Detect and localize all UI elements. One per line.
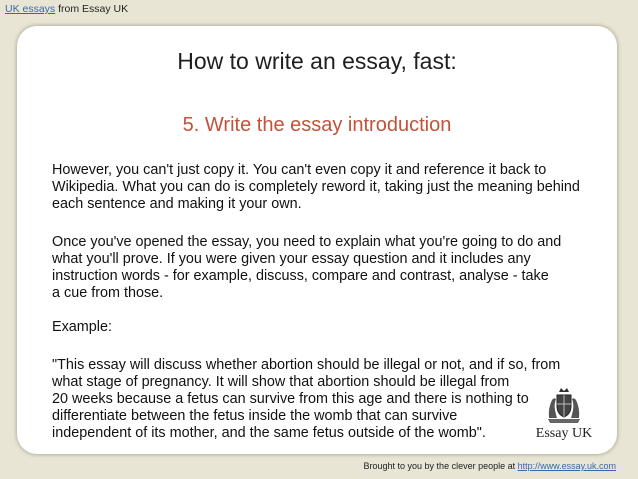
paragraph-line: a cue from those. — [52, 285, 164, 301]
paragraph-line: differentiate between the fetus inside t… — [52, 408, 458, 424]
paragraph-line: independent of its mother, and the same … — [52, 425, 486, 441]
slide-subtitle: 5. Write the essay introduction — [182, 114, 452, 136]
paragraph-line: Once you've opened the essay, you need t… — [52, 234, 562, 250]
coat-of-arms-icon — [548, 388, 580, 423]
paragraph-line: "This essay will discuss whether abortio… — [52, 357, 561, 373]
paragraph-line: each sentence and making it your own. — [52, 196, 302, 212]
paragraph-1: However, you can't just copy it. You can… — [52, 162, 607, 213]
uk-essays-link[interactable]: UK essays — [5, 3, 55, 15]
bottom-credit-prefix: Brought to you by the clever people at — [363, 461, 518, 471]
top-credit: UK essays from Essay UK — [5, 3, 128, 15]
bottom-credit: Brought to you by the clever people at h… — [364, 461, 616, 471]
paragraph-2: Once you've opened the essay, you need t… — [52, 234, 607, 302]
slide: How to write an essay, fast: 5. Write th… — [17, 26, 617, 454]
example-quote: "This essay will discuss whether abortio… — [52, 357, 607, 442]
logo-text: Essay UK — [535, 426, 593, 441]
paragraph-line: what stage of pregnancy. It will show th… — [52, 374, 510, 390]
paragraph-line: However, you can't just copy it. You can… — [52, 162, 547, 178]
example-label-text: Example: — [52, 319, 112, 335]
paragraph-line: instruction words - for example, discuss… — [52, 268, 549, 284]
essay-uk-site-link[interactable]: http://www.essay.uk.com — [518, 461, 616, 471]
paragraph-line: 20 weeks because a fetus can survive fro… — [52, 391, 529, 407]
top-credit-suffix: from Essay UK — [55, 3, 129, 15]
paragraph-line: Wikipedia. What you can do is completely… — [52, 179, 580, 195]
example-label: Example: — [52, 319, 607, 336]
paragraph-line: what you'll prove. If you were given you… — [52, 251, 531, 267]
essay-uk-logo: Essay UK — [529, 386, 599, 448]
slide-title: How to write an essay, fast: — [177, 48, 457, 74]
